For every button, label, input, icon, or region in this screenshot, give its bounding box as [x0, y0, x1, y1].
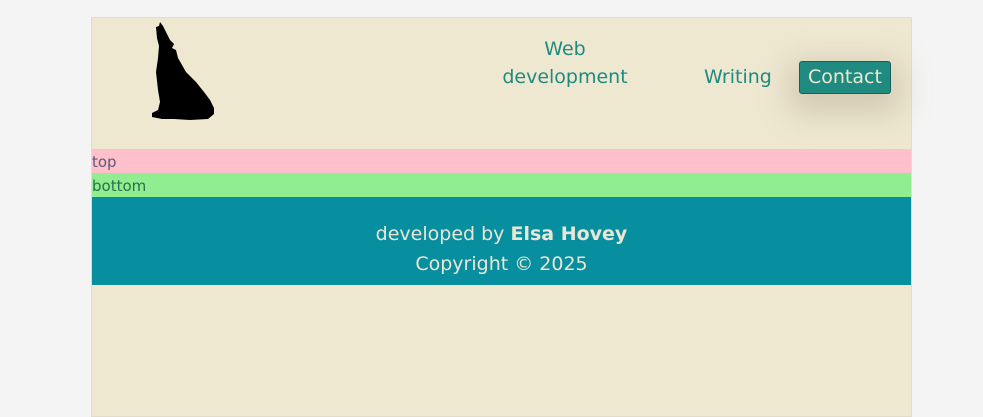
footer-credit: developed by Elsa Hovey	[92, 219, 911, 249]
copyright: Copyright © 2025	[415, 253, 588, 275]
nav-contact-button[interactable]: Contact	[799, 61, 891, 94]
howling-wolf-icon[interactable]	[150, 22, 220, 122]
top-section: top	[92, 149, 911, 173]
bottom-section: bottom	[92, 173, 911, 197]
author-name: Elsa Hovey	[510, 223, 628, 245]
nav-writing[interactable]: Writing	[704, 63, 772, 91]
page-container: Web development Writing Contact top bott…	[91, 17, 912, 417]
header: Web development Writing Contact	[92, 18, 911, 149]
developed-by-label: developed by	[375, 223, 505, 245]
nav-web-development[interactable]: Web development	[502, 35, 628, 91]
footer: developed by Elsa Hovey Copyright © 2025	[92, 197, 911, 285]
